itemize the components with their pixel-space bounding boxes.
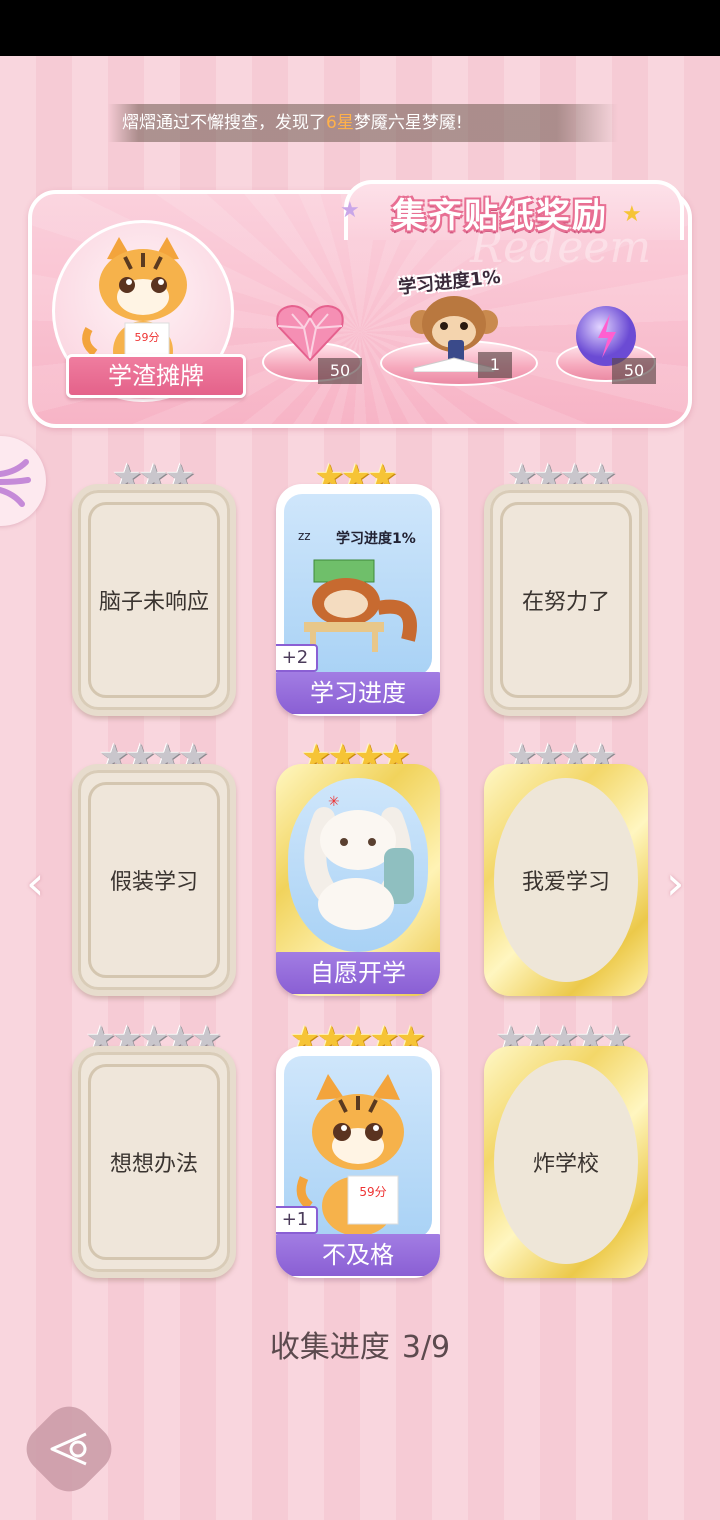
status-bar	[0, 0, 720, 56]
card-label: 不及格	[276, 1234, 440, 1276]
sticker-card-4[interactable]: 假装学习	[72, 764, 236, 996]
back-arrow-icon	[44, 1426, 94, 1472]
sticker-card-7[interactable]: 想想办法	[72, 1046, 236, 1278]
collection-progress-value: 3/9	[401, 1330, 451, 1365]
reward-count-2: 1	[478, 352, 512, 378]
yellow-star-icon: ★	[622, 202, 642, 227]
marquee-highlight: 6星	[326, 113, 354, 133]
card-label: 在努力了	[521, 590, 610, 615]
collection-progress: 收集进度 3/9	[0, 1322, 720, 1366]
card-label: 我爱学习	[521, 870, 610, 895]
sticker-card-1[interactable]: 脑子未响应	[72, 484, 236, 716]
svg-text:✳: ✳	[328, 794, 340, 810]
next-page-arrow-icon[interactable]: ›	[666, 856, 684, 910]
collection-progress-label: 收集进度	[269, 1330, 390, 1365]
duplicate-count-badge: +2	[276, 644, 318, 672]
reward-count-3: 50	[612, 358, 656, 384]
prev-page-arrow-icon[interactable]: ‹	[26, 856, 44, 910]
card-label: 脑子未响应	[98, 590, 209, 615]
marquee-suffix: 梦魇六星梦魇!	[353, 113, 463, 133]
card-label: 假装学习	[109, 870, 198, 895]
duplicate-count-badge: +1	[276, 1206, 318, 1234]
pink-heart-gem-icon[interactable]	[272, 300, 348, 364]
card-label: 自愿开学	[276, 952, 440, 994]
sticker-card-9[interactable]: 炸学校	[484, 1046, 648, 1278]
sticker-card-2[interactable]: 学习进度1% zz +2 学习进度	[276, 484, 440, 716]
feather-icon	[0, 459, 31, 507]
sticker-card-6[interactable]: 我爱学习	[484, 764, 648, 996]
side-menu-tab[interactable]	[0, 436, 46, 526]
sticker-card-3[interactable]: 在努力了	[484, 484, 648, 716]
paper-score-text: 59分	[135, 331, 160, 344]
paper-score-text: 59分	[359, 1185, 386, 1199]
bunny-icon: ✳	[304, 794, 414, 930]
marquee-prefix: 熠熠通过不懈搜查，发现了	[122, 113, 326, 133]
reward-title: 集齐贴纸奖励	[392, 196, 608, 236]
sticker-card-8[interactable]: 59分 +1 不及格	[276, 1046, 440, 1278]
card-art: ✳	[288, 778, 428, 952]
red-panda-icon: zz	[298, 529, 417, 652]
purple-star-icon: ★	[340, 198, 360, 223]
reward-count-1: 50	[318, 358, 362, 384]
sticker-card-5[interactable]: ✳ 自愿开学	[276, 764, 440, 996]
svg-text:zz: zz	[298, 529, 311, 543]
card-label: 学习进度	[276, 672, 440, 714]
badge-name-banner: 学渣摊牌	[66, 354, 246, 398]
announcement-marquee: 熠熠通过不懈搜查，发现了6星梦魇六星梦魇!	[108, 104, 618, 142]
card-label: 想想办法	[109, 1152, 198, 1177]
card-label: 炸学校	[532, 1152, 599, 1177]
